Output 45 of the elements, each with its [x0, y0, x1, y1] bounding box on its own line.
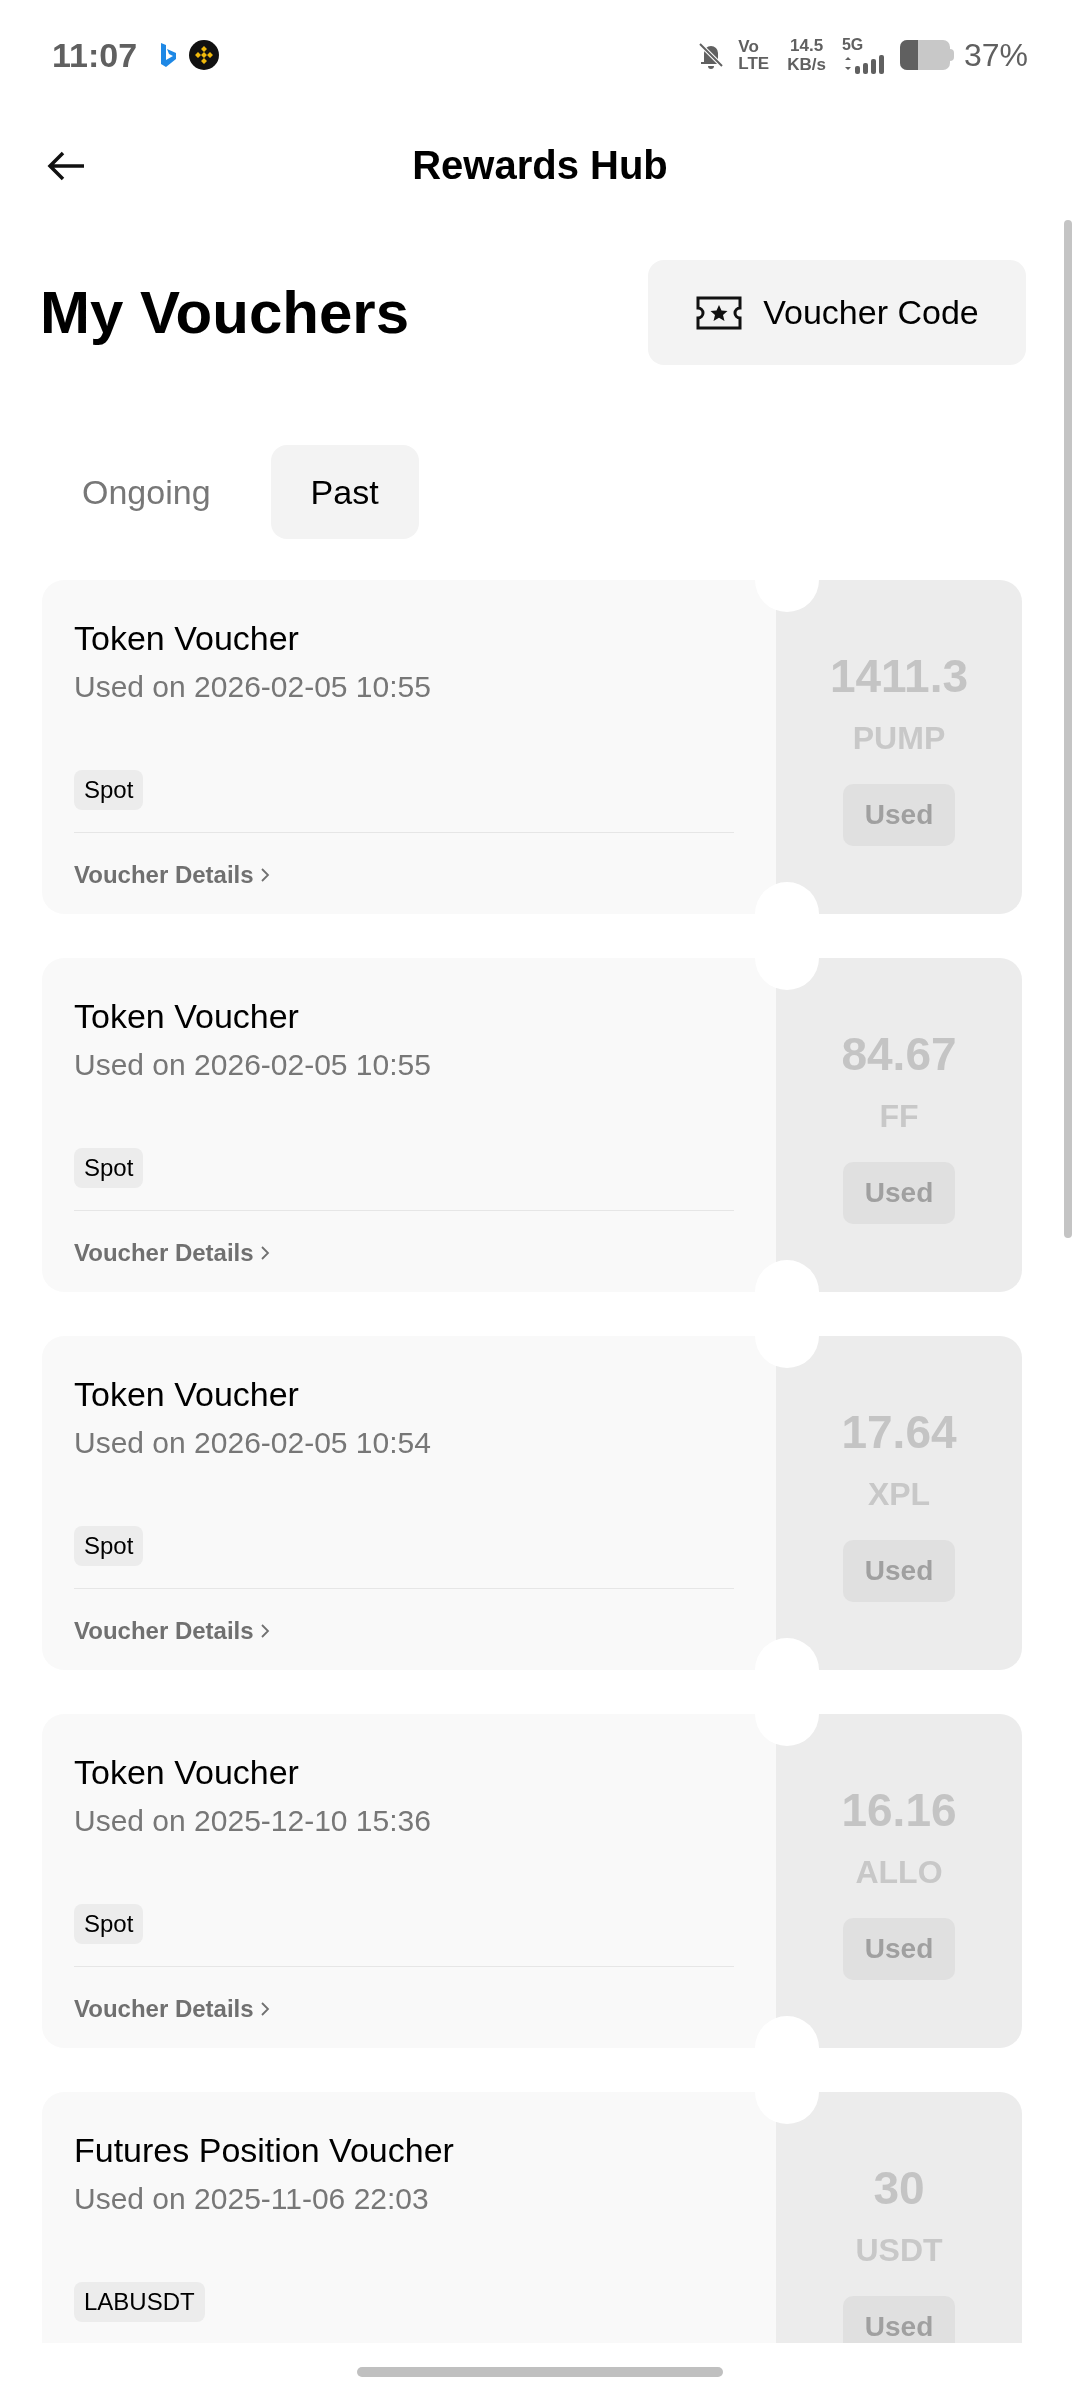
ticket-star-icon — [695, 294, 744, 331]
market-tag: Spot — [74, 1526, 144, 1566]
market-tag: Spot — [74, 770, 144, 810]
used-date: Used on 2026-02-05 10:55 — [74, 1047, 432, 1083]
used-date: Used on 2026-02-05 10:54 — [74, 1425, 432, 1461]
voucher-code-button[interactable]: Voucher Code — [648, 260, 1026, 365]
voucher-title: Token Voucher — [74, 1752, 300, 1793]
chevron-right-icon — [259, 867, 270, 883]
page-header-title: Rewards Hub — [412, 142, 668, 189]
voucher-card[interactable]: Futures Position Voucher Used on 2025-11-06 22:03 LABUSDT — [42, 2092, 776, 2343]
market-tag: Spot — [74, 1148, 144, 1188]
voucher-details-link[interactable]: Voucher Details — [74, 1615, 270, 1647]
battery-icon — [899, 40, 954, 70]
voucher-title: Token Voucher — [74, 1374, 300, 1415]
voucher-card[interactable]: Token Voucher Used on 2025-12-10 15:36 Spot Voucher Details — [42, 1714, 776, 2048]
speed-value: 14.5 — [790, 36, 824, 55]
chevron-right-icon — [259, 2001, 270, 2017]
market-tag: Spot — [74, 1904, 144, 1944]
used-date: Used on 2025-11-06 22:03 — [74, 2181, 430, 2217]
my-vouchers-heading: My Vouchers — [40, 277, 409, 348]
lte-label: LTE — [738, 55, 770, 72]
chevron-right-icon — [259, 1623, 270, 1639]
filter-tab[interactable]: Past — [270, 445, 419, 539]
voucher-card[interactable]: Token Voucher Used on 2026-02-05 10:55 Spot Voucher Details — [42, 958, 776, 1292]
voucher-details-link[interactable]: Voucher Details — [74, 1993, 270, 2025]
clock: 11:07 — [52, 34, 138, 76]
voucher-details-link[interactable]: Voucher Details — [74, 1237, 270, 1269]
volte-label: Vo — [738, 38, 759, 55]
battery-percent: 37% — [963, 36, 1028, 75]
voucher-details-link[interactable]: Voucher Details — [74, 859, 270, 891]
voucher-title: Futures Position Voucher — [74, 2130, 455, 2171]
voucher-title: Token Voucher — [74, 996, 300, 1037]
filter-tab[interactable]: Ongoing — [42, 445, 251, 539]
used-date: Used on 2026-02-05 10:55 — [74, 669, 432, 705]
used-date: Used on 2025-12-10 15:36 — [74, 1803, 432, 1839]
speed-unit: KB/s — [787, 55, 826, 74]
network-type: 5G — [841, 36, 865, 54]
market-tag: LABUSDT — [74, 2282, 205, 2322]
chevron-right-icon — [259, 1245, 270, 1261]
back-arrow-icon — [46, 150, 86, 182]
voucher-title: Token Voucher — [74, 618, 300, 659]
voucher-card[interactable]: Token Voucher Used on 2026-02-05 10:54 Spot Voucher Details — [42, 1336, 776, 1670]
bing-icon — [159, 42, 178, 68]
voucher-card[interactable]: Token Voucher Used on 2026-02-05 10:55 Spot Voucher Details — [42, 580, 776, 914]
binance-icon — [189, 40, 220, 70]
